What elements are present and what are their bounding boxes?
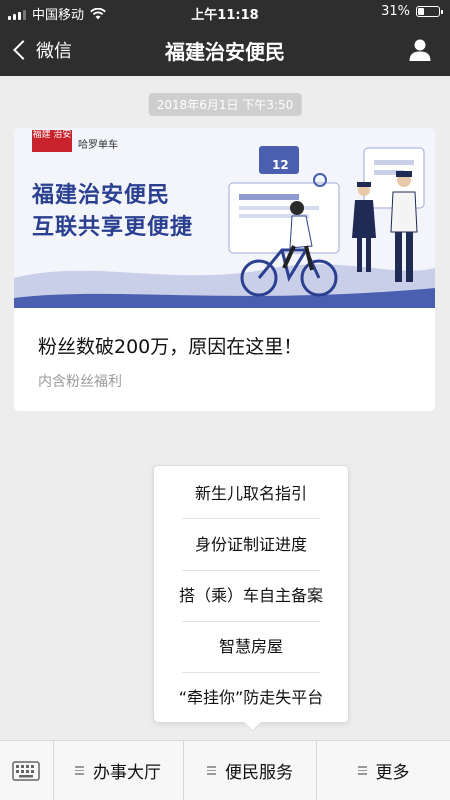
article-title: 粉丝数破200万，原因在这里！ (38, 336, 303, 358)
menu-lines-icon (207, 766, 216, 775)
menu-lines-icon (357, 766, 367, 775)
nav-bar: 微信 福建治安便民 (0, 24, 450, 76)
menu-item-smart-housing[interactable]: 智慧房屋 (154, 621, 348, 672)
battery-icon (416, 6, 443, 17)
street-sign-number: 12 (272, 158, 289, 172)
banner-headline: 福建治安便民 互联共享更便捷 (32, 180, 193, 244)
menu-item-ride-registration[interactable]: 搭（乘）车自主备案 (154, 570, 348, 621)
battery-percent: 31% (381, 4, 410, 19)
keyboard-toggle-button[interactable] (0, 741, 54, 800)
tab-label: 更多 (375, 763, 410, 783)
banner-headline-line1: 福建治安便民 (32, 183, 171, 208)
tab-more[interactable]: 更多 (317, 741, 450, 800)
status-bar: 中国移动 上午11:18 31% (0, 0, 450, 24)
service-submenu: 新生儿取名指引 身份证制证进度 搭（乘）车自主备案 智慧房屋 “牵挂你”防走失平… (153, 465, 349, 723)
keyboard-icon (12, 761, 40, 781)
article-subtitle: 内含粉丝福利 (38, 374, 122, 390)
partner-logo: 哈罗单车 (78, 140, 118, 151)
article-card[interactable]: 福建 治安 哈罗单车 12 福建治安便民 互联共享更便捷 粉丝数破200万，原因… (14, 128, 435, 411)
menu-item-id-card-progress[interactable]: 身份证制证进度 (154, 519, 348, 570)
menu-item-newborn-naming[interactable]: 新生儿取名指引 (154, 468, 348, 519)
message-timestamp: 2018年6月1日 下午3:50 (148, 93, 302, 116)
tab-label: 办事大厅 (93, 763, 161, 783)
article-banner: 福建 治安 哈罗单车 12 福建治安便民 互联共享更便捷 (14, 128, 435, 308)
menu-item-anti-lost-platform[interactable]: “牵挂你”防走失平台 (154, 672, 348, 723)
brand-logo: 福建 治安 (32, 130, 72, 152)
page-title: 福建治安便民 (165, 40, 285, 64)
tab-label: 便民服务 (225, 763, 293, 783)
tab-convenience-services[interactable]: 便民服务 (184, 741, 317, 800)
banner-headline-line2: 互联共享更便捷 (32, 215, 194, 240)
menu-lines-icon (75, 766, 84, 775)
tab-service-hall[interactable]: 办事大厅 (53, 741, 184, 800)
bottom-menu-bar: 办事大厅 便民服务 更多 (0, 740, 450, 800)
profile-icon[interactable] (408, 38, 432, 62)
